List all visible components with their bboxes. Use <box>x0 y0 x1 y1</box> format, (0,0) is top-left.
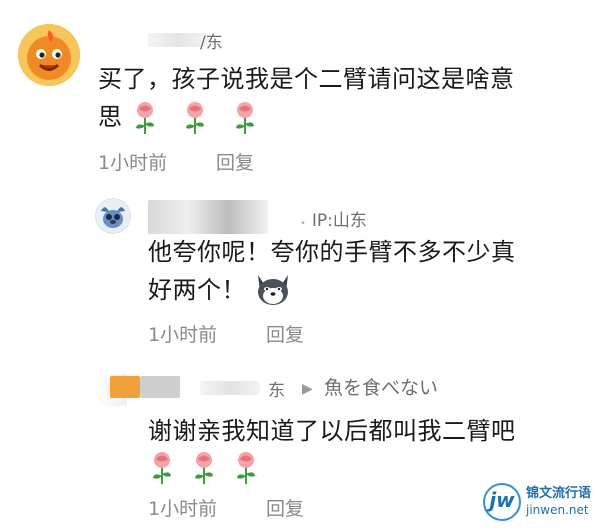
logo-text: jw <box>489 488 515 512</box>
timestamp: 1小时前 <box>148 498 218 520</box>
reply-button[interactable]: 回复 <box>266 320 304 347</box>
reply-target-name[interactable]: 魚を食べない <box>324 373 438 400</box>
reply-text-line1: 谢谢亲我知道了以后都叫我二臂吧 <box>148 417 516 445</box>
reply-button[interactable]: 回复 <box>266 494 304 521</box>
rose-icon <box>153 452 171 484</box>
author-name-blurred <box>148 33 208 47</box>
reply-text: 谢谢亲我知道了以后都叫我二臂吧 <box>148 412 588 486</box>
author-name-suffix: /东 <box>200 33 223 53</box>
site-watermark: jw 锦文流行语 jinwen.net <box>482 478 592 526</box>
author-name-suffix: 东 <box>268 381 285 401</box>
rose-icon <box>237 452 255 484</box>
dog-face-icon <box>258 275 288 305</box>
timestamp: 1小时前 <box>148 324 218 346</box>
stitch-avatar-icon <box>101 207 125 228</box>
reply-text: 他夸你呢！夸你的手臂不多不少真 好两个！ <box>148 233 588 309</box>
author-name-blurred <box>148 200 268 234</box>
site-url: jinwen.net <box>526 503 589 517</box>
author-name-blurred <box>110 376 140 398</box>
rose-icon <box>135 102 154 134</box>
site-name: 锦文流行语 <box>526 486 592 501</box>
reply-button[interactable]: 回复 <box>216 148 254 175</box>
avatar-user-2[interactable] <box>95 198 131 234</box>
timestamp: 1小时前 <box>98 152 168 174</box>
avatar-cartoon-icon <box>18 24 80 86</box>
rose-icon <box>195 452 213 484</box>
rose-icon <box>185 102 204 134</box>
avatar-user-1[interactable] <box>18 24 80 86</box>
reply-text-line2: 好两个！ <box>148 276 246 304</box>
jw-logo-icon: jw <box>482 482 522 522</box>
comment-text-line2: 思 <box>98 103 123 131</box>
reply-arrow-icon: ▶ <box>302 381 313 397</box>
rose-icon <box>235 102 254 134</box>
ip-location-label: • IP:山东 <box>300 211 367 231</box>
reply-text-line1: 他夸你呢！夸你的手臂不多不少真 <box>148 238 516 266</box>
comment-text-line1: 买了，孩子说我是个二臂请问这是啥意 <box>98 65 515 93</box>
comment-text: 买了，孩子说我是个二臂请问这是啥意 思 <box>98 60 598 136</box>
